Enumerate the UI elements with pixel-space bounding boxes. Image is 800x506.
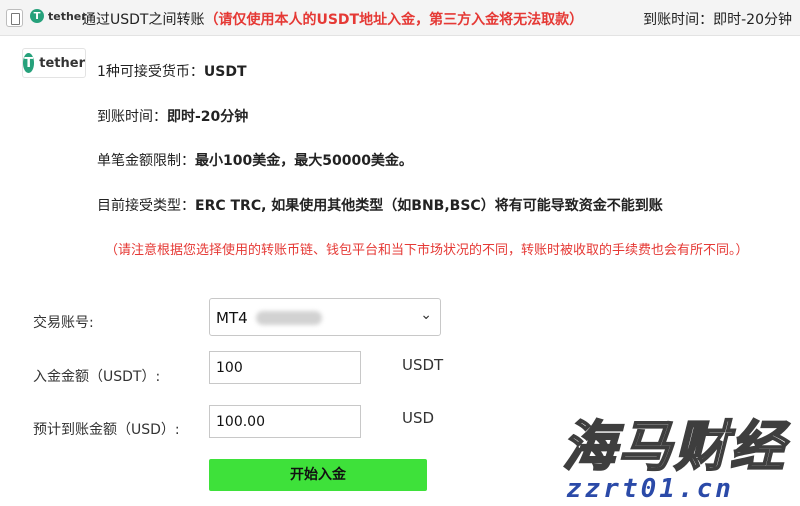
info-type-label: 目前接受类型： [97, 198, 195, 214]
info-limit-label: 单笔金额限制： [97, 153, 195, 169]
account-label: 交易账号: [33, 315, 94, 331]
fee-notice: （请注意根据您选择使用的转账币链、钱包平台和当下市场状况的不同，转账时被收取的手… [105, 243, 749, 258]
tether-wordmark: tether [48, 9, 87, 23]
amount-unit: USDT [402, 356, 444, 374]
arrival-time-header: 到账时间：即时-20分钟 [643, 9, 792, 29]
info-currency-label: 1种可接受货币： [97, 64, 204, 80]
info-arrival-value: 即时-20分钟 [167, 109, 249, 125]
info-currency-value: USDT [203, 64, 247, 80]
info-arrival-time: 到账时间：即时-20分钟 [97, 106, 248, 126]
collapse-icon[interactable] [6, 9, 23, 27]
account-select-value: MT4 [216, 309, 248, 327]
info-limit-value: 最小100美金，最大50000美金。 [195, 153, 413, 169]
estimate-label: 预计到账金额（USD）: [33, 422, 180, 438]
arrival-time-header-value: 即时-20分钟 [713, 12, 792, 28]
watermark-url: zzrt01.cn [566, 474, 734, 504]
watermark: 海马财经 zzrt01.cn [548, 402, 800, 506]
tether-coin-icon: T [23, 53, 35, 73]
top-bar: T tether 通过USDT之间转账（请仅使用本人的USDT地址入金，第三方入… [0, 0, 800, 36]
info-currency: 1种可接受货币：USDT [97, 61, 247, 81]
arrival-time-header-label: 到账时间： [643, 12, 714, 28]
watermark-text: 海马财经 [561, 414, 786, 479]
info-arrival-label: 到账时间： [97, 109, 167, 125]
info-limit: 单笔金额限制：最小100美金，最大50000美金。 [97, 150, 413, 170]
start-deposit-button[interactable]: 开始入金 [209, 459, 427, 491]
page-title-text: 通过USDT之间转账 [82, 12, 205, 28]
tether-logo-text: tether [39, 55, 85, 71]
redacted-account-number [256, 311, 322, 325]
info-accepted-type: 目前接受类型：ERC TRC, 如果使用其他类型（如BNB,BSC）将有可能导致… [97, 195, 663, 215]
page-title: 通过USDT之间转账（请仅使用本人的USDT地址入金，第三方入金将无法取款） [82, 9, 583, 29]
amount-input[interactable] [209, 351, 361, 384]
third-party-warning: （请仅使用本人的USDT地址入金，第三方入金将无法取款） [204, 12, 584, 28]
tether-icon: T [30, 9, 44, 23]
estimate-unit: USD [402, 409, 435, 427]
estimate-input[interactable] [209, 405, 361, 438]
tether-logo: T tether [22, 48, 86, 78]
chevron-down-icon: ⌄ [420, 307, 432, 323]
account-select[interactable]: MT4 ⌄ [209, 298, 441, 336]
info-type-value: ERC TRC, 如果使用其他类型（如BNB,BSC）将有可能导致资金不能到账 [195, 198, 663, 214]
tether-logo-small: T tether [30, 9, 87, 23]
amount-label: 入金金额（USDT）: [33, 369, 161, 385]
